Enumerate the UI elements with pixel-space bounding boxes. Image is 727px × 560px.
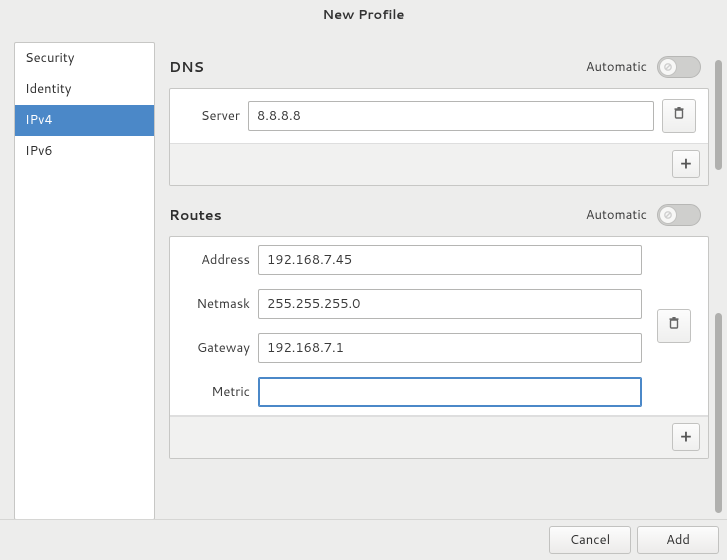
route-delete-button[interactable] <box>657 309 691 343</box>
dns-panel: Server <box>169 88 709 186</box>
sidebar-item-label: IPv6 <box>25 142 53 160</box>
route-netmask-input[interactable] <box>258 289 642 319</box>
dialog-window: New Profile Security Identity IPv4 IPv6 <box>0 0 727 560</box>
dns-section: DNS Automatic Server <box>169 56 709 186</box>
route-metric-label: Metric <box>176 383 250 401</box>
sidebar-item-label: Identity <box>25 80 72 98</box>
dns-automatic-switch[interactable] <box>657 56 701 78</box>
routes-add-button[interactable]: + <box>672 423 700 451</box>
route-gateway-label: Gateway <box>176 339 250 357</box>
cancel-button[interactable]: Cancel <box>549 526 631 554</box>
route-fields: Address Netmask Gateway <box>170 237 648 415</box>
sidebar-item-ipv6[interactable]: IPv6 <box>15 136 154 167</box>
sidebar-item-label: IPv4 <box>25 111 53 129</box>
dns-add-row: + <box>170 143 708 185</box>
sidebar-item-label: Security <box>25 49 75 67</box>
content-wrap: DNS Automatic Server <box>155 42 727 519</box>
route-entry: Address Netmask Gateway <box>170 237 708 416</box>
route-address-row: Address <box>176 245 642 275</box>
dns-header: DNS Automatic <box>169 56 709 78</box>
dialog-body: Security Identity IPv4 IPv6 DNS Automati… <box>0 30 727 519</box>
scrollbar[interactable] <box>713 42 727 519</box>
dns-title: DNS <box>169 57 586 77</box>
route-address-label: Address <box>176 251 250 269</box>
sidebar-item-ipv4[interactable]: IPv4 <box>15 105 154 136</box>
dns-automatic-label: Automatic <box>586 58 647 76</box>
route-delete-column <box>648 237 708 415</box>
routes-header: Routes Automatic <box>169 204 709 226</box>
add-button[interactable]: Add <box>637 526 719 554</box>
plus-icon: + <box>681 429 692 445</box>
routes-add-row: + <box>170 416 708 458</box>
routes-panel: Address Netmask Gateway <box>169 236 709 459</box>
trash-icon <box>667 316 681 335</box>
switch-off-icon <box>659 206 677 224</box>
dns-server-delete-button[interactable] <box>662 99 696 133</box>
titlebar: New Profile <box>0 0 727 30</box>
scroll-thumb[interactable] <box>715 60 722 170</box>
routes-section: Routes Automatic Address <box>169 204 709 459</box>
dns-server-label: Server <box>176 107 240 125</box>
routes-title: Routes <box>169 205 586 225</box>
dns-add-button[interactable]: + <box>672 150 700 178</box>
routes-automatic-switch[interactable] <box>657 204 701 226</box>
plus-icon: + <box>681 156 692 172</box>
routes-automatic-label: Automatic <box>586 206 647 224</box>
content: DNS Automatic Server <box>155 42 713 519</box>
route-address-input[interactable] <box>258 245 642 275</box>
sidebar-item-identity[interactable]: Identity <box>15 74 154 105</box>
switch-off-icon <box>659 58 677 76</box>
route-netmask-label: Netmask <box>176 295 250 313</box>
route-gateway-input[interactable] <box>258 333 642 363</box>
route-gateway-row: Gateway <box>176 333 642 363</box>
sidebar-item-security[interactable]: Security <box>15 43 154 74</box>
action-bar: Cancel Add <box>0 519 727 560</box>
trash-icon <box>672 106 686 125</box>
dns-server-row: Server <box>170 89 708 143</box>
route-metric-row: Metric <box>176 377 642 407</box>
scroll-thumb[interactable] <box>715 313 722 513</box>
sidebar: Security Identity IPv4 IPv6 <box>14 42 155 520</box>
route-metric-input[interactable] <box>258 377 642 407</box>
route-netmask-row: Netmask <box>176 289 642 319</box>
window-title: New Profile <box>323 6 405 24</box>
dns-server-input[interactable] <box>248 101 654 131</box>
